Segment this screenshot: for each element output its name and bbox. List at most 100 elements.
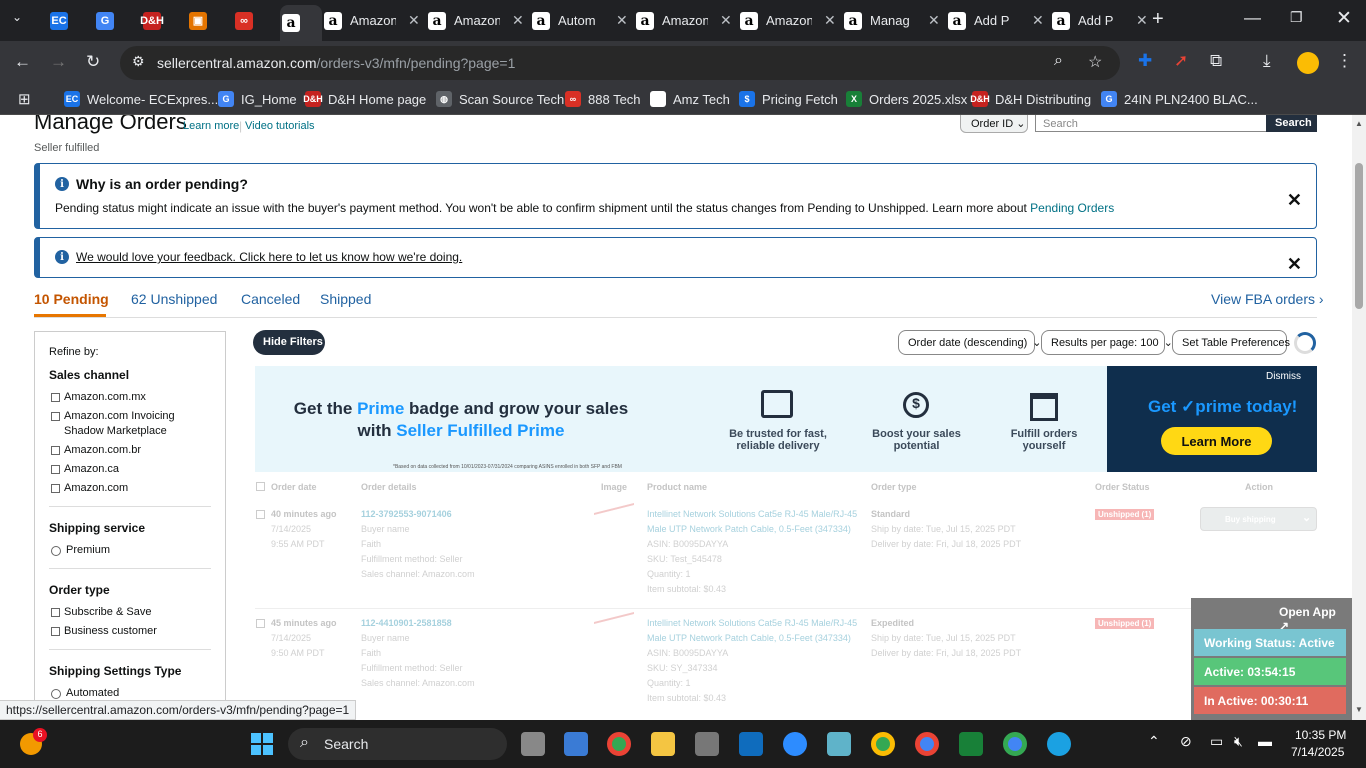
browser-tab[interactable]: ▣	[189, 5, 231, 36]
scroll-up-icon[interactable]: ▲	[1355, 119, 1363, 128]
taskbar-search-box[interactable]: ⌕ Search	[288, 728, 507, 760]
chrome-icon[interactable]	[607, 732, 631, 756]
close-tab-icon[interactable]: ✕	[616, 12, 628, 29]
outlook-icon[interactable]	[739, 732, 763, 756]
chrome-profile-3-icon[interactable]	[1003, 732, 1027, 756]
product-name-link-2[interactable]: Male UTP Network Patch Cable, 0.5-Feet (…	[647, 522, 857, 537]
clock-time[interactable]: 10:35 PM	[1295, 728, 1346, 742]
bookmark-item[interactable]: D&H D&H Home page	[303, 91, 426, 107]
view-fba-orders-link[interactable]: View FBA orders ›	[1211, 291, 1324, 307]
extensions-puzzle-icon[interactable]: ⧉	[1210, 51, 1222, 71]
bookmark-item[interactable]: ∞ 888 Tech	[565, 91, 641, 107]
close-tab-icon[interactable]: ✕	[1032, 12, 1044, 29]
hide-filters-button[interactable]: Hide Filters	[253, 330, 325, 355]
forward-arrow-icon[interactable]: →	[50, 52, 67, 72]
bookmark-item[interactable]: a Amz Tech	[650, 91, 730, 107]
apps-grid-icon[interactable]: ⊞	[18, 90, 31, 108]
tab-shipped[interactable]: Shipped	[320, 291, 371, 307]
store-icon[interactable]	[564, 732, 588, 756]
edge-icon[interactable]	[1047, 732, 1071, 756]
bookmark-item[interactable]: X Orders 2025.xlsx	[846, 91, 967, 107]
row-checkbox[interactable]	[256, 619, 265, 628]
buy-shipping-button[interactable]: Buy shipping ⌄	[1200, 507, 1317, 531]
clock-date[interactable]: 7/14/2025	[1291, 745, 1344, 759]
chevron-down-icon[interactable]: ⌄	[1302, 511, 1311, 524]
browser-tab[interactable]: ∞	[235, 5, 277, 36]
pending-orders-link[interactable]: Pending Orders	[1030, 201, 1114, 215]
sales-channel-checkbox[interactable]: Amazon.com Invoicing Shadow Marketplace	[49, 409, 211, 439]
bookmark-item[interactable]: G IG_Home	[218, 91, 297, 107]
browser-tab[interactable]: D&H	[140, 5, 185, 36]
task-view-icon[interactable]	[521, 732, 545, 756]
browser-tab[interactable]: EC	[50, 5, 92, 36]
profile-avatar[interactable]	[1297, 52, 1319, 74]
bookmark-star-icon[interactable]: ☆	[1088, 52, 1102, 72]
close-tab-icon[interactable]: ✕	[408, 12, 420, 29]
results-per-page-select[interactable]: Results per page: 100 ⌄	[1041, 330, 1173, 355]
sales-channel-checkbox[interactable]: Amazon.ca	[49, 462, 211, 477]
row-checkbox[interactable]	[256, 510, 265, 519]
open-app-button[interactable]: Open App ↗	[1275, 600, 1349, 633]
back-arrow-icon[interactable]: ←	[14, 52, 31, 72]
extension-blue-icon[interactable]: ✚	[1138, 51, 1152, 71]
browser-tab[interactable]: a	[280, 5, 322, 41]
browser-tab[interactable]: a Manag ✕	[844, 5, 944, 36]
tray-network-icon[interactable]: ⊘	[1180, 733, 1192, 750]
bookmark-item[interactable]: ◍ Scan Source Tech	[436, 91, 564, 107]
browser-tab[interactable]: a Amazon ✕	[324, 5, 424, 36]
browser-tab[interactable]: a Autom ✕	[532, 5, 632, 36]
close-feedback-icon[interactable]: ✕	[1287, 254, 1302, 275]
select-all-checkbox[interactable]	[256, 482, 265, 491]
learn-more-link[interactable]: Learn more	[183, 120, 239, 132]
excel-icon[interactable]	[959, 732, 983, 756]
scrollbar-thumb[interactable]	[1355, 163, 1363, 309]
video-tutorials-link[interactable]: Video tutorials	[245, 120, 315, 132]
windows-start-icon[interactable]	[251, 733, 273, 755]
search-button[interactable]: Search	[1266, 115, 1317, 132]
order-id-link[interactable]: 112-4410901-2581858	[361, 616, 475, 631]
zoom-icon[interactable]: ⌕	[1054, 52, 1063, 70]
scroll-down-icon[interactable]: ▼	[1355, 705, 1363, 714]
tab-unshipped[interactable]: 62 Unshipped	[131, 291, 217, 307]
close-tab-icon[interactable]: ✕	[1136, 12, 1148, 29]
search-input[interactable]: Search	[1035, 115, 1267, 132]
downloads-icon[interactable]: ⤓	[1263, 51, 1271, 71]
sales-channel-checkbox[interactable]: Amazon.com	[49, 481, 211, 496]
sales-channel-checkbox[interactable]: Amazon.com.br	[49, 443, 211, 458]
tray-display-icon[interactable]: ▭	[1210, 733, 1223, 750]
reload-icon[interactable]: ↻	[86, 52, 100, 72]
dismiss-link[interactable]: Dismiss	[1266, 371, 1301, 382]
order-id-link[interactable]: 112-3792553-9071406	[361, 507, 475, 522]
menu-dots-icon[interactable]: ⋮	[1336, 51, 1353, 71]
browser-tab[interactable]: a Amazon ✕	[740, 5, 840, 36]
bookmark-item[interactable]: $ Pricing Fetch	[739, 91, 838, 107]
bookmark-item[interactable]: G 24IN PLN2400 BLAC...	[1101, 91, 1258, 107]
tray-battery-icon[interactable]: ▬	[1258, 733, 1272, 749]
learn-more-button[interactable]: Learn More	[1161, 427, 1272, 455]
page-scrollbar[interactable]: ▲ ▼	[1352, 115, 1366, 720]
app-diamond-icon[interactable]	[827, 732, 851, 756]
close-tab-icon[interactable]: ✕	[824, 12, 836, 29]
sales-channel-checkbox[interactable]: Amazon.com.mx	[49, 390, 211, 405]
browser-tab[interactable]: a Amazon ✕	[428, 5, 528, 36]
minimize-icon[interactable]: —	[1244, 8, 1261, 28]
sort-select[interactable]: Order date (descending) ⌄	[898, 330, 1041, 355]
chrome-profile-2-icon[interactable]	[915, 732, 939, 756]
zoom-app-icon[interactable]	[783, 732, 807, 756]
close-tab-icon[interactable]: ✕	[928, 12, 940, 29]
close-tab-icon[interactable]: ✕	[720, 12, 732, 29]
feedback-link[interactable]: We would love your feedback. Click here …	[76, 250, 462, 264]
new-tab-plus-icon[interactable]: +	[1152, 8, 1164, 31]
browser-tab[interactable]: a Amazon ✕	[636, 5, 736, 36]
tab-canceled[interactable]: Canceled	[241, 291, 300, 307]
close-tab-icon[interactable]: ✕	[512, 12, 524, 29]
tray-volume-icon[interactable]: 🔇︎	[1234, 733, 1243, 750]
close-alert-icon[interactable]: ✕	[1287, 190, 1302, 211]
tab-search-chevron-icon[interactable]: ⌄	[12, 10, 22, 24]
file-explorer-icon[interactable]	[651, 732, 675, 756]
order-type-checkbox[interactable]: Subscribe & Save	[49, 605, 211, 620]
automated-radio[interactable]: Automated	[49, 686, 211, 701]
browser-tab[interactable]: G	[96, 5, 138, 36]
restore-icon[interactable]: ❐	[1290, 9, 1303, 26]
bookmark-item[interactable]: EC Welcome- ECExpres...	[64, 91, 218, 107]
